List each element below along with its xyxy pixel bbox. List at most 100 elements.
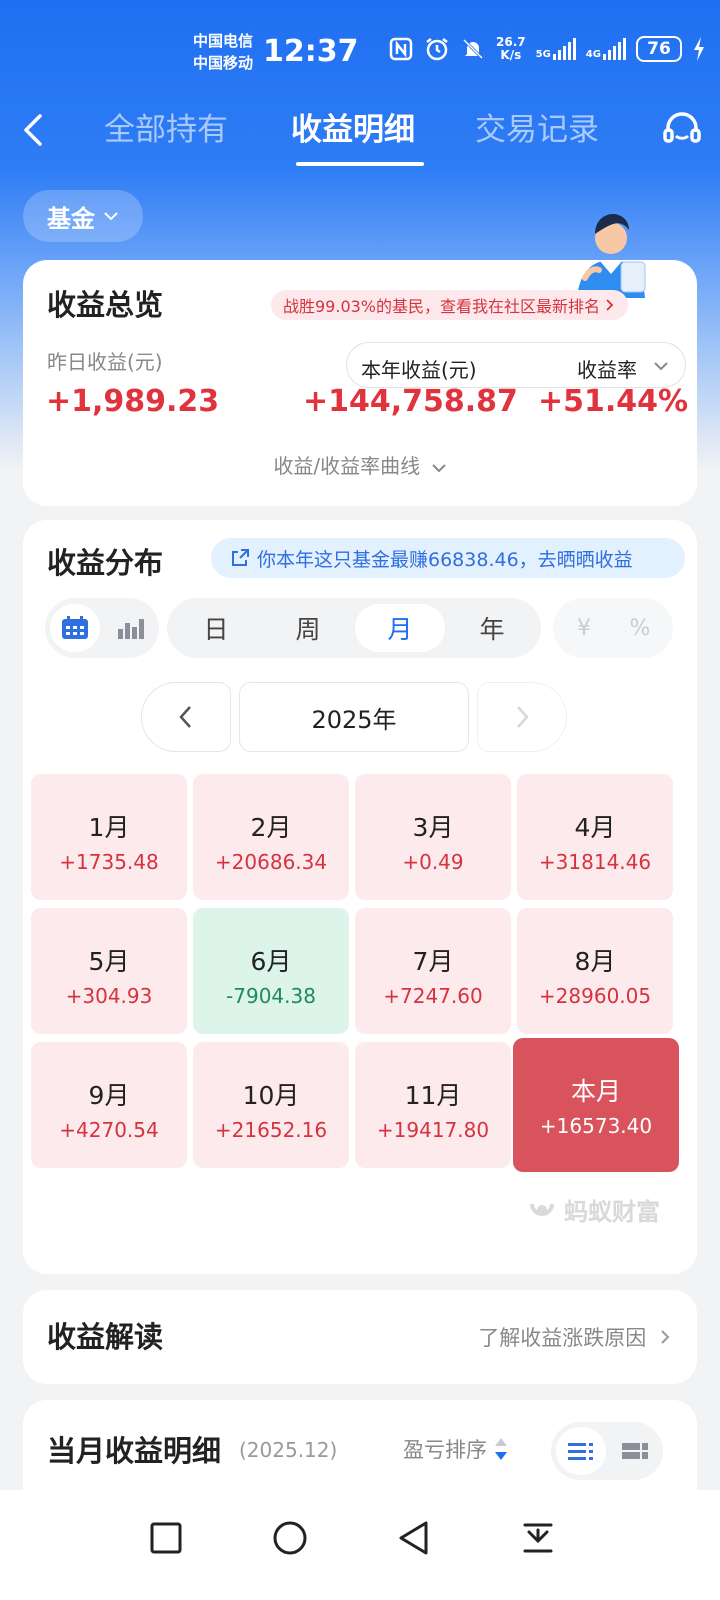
brand-watermark: 蚂蚁财富 bbox=[526, 1192, 660, 1227]
pull-down-icon bbox=[523, 1523, 553, 1553]
month-cell[interactable]: 11月 +19417.80 bbox=[355, 1042, 511, 1168]
curve-toggle[interactable]: 收益/收益率曲线 bbox=[23, 450, 697, 479]
view-mode-toggle bbox=[45, 598, 159, 658]
period-month[interactable]: 月 bbox=[355, 604, 445, 652]
chevron-left-icon bbox=[24, 114, 42, 146]
unit-amount[interactable]: ¥ bbox=[559, 604, 609, 652]
card-view-button[interactable] bbox=[611, 1427, 659, 1475]
active-tab-indicator bbox=[296, 162, 424, 166]
carrier-1: 中国电信 bbox=[193, 32, 254, 50]
chevron-left-icon bbox=[179, 706, 191, 728]
triangle-back-icon bbox=[399, 1521, 428, 1555]
unit-percent[interactable]: % bbox=[615, 604, 665, 652]
month-cell[interactable]: 6月 -7904.38 bbox=[193, 908, 349, 1034]
chevron-down-icon bbox=[654, 362, 668, 371]
circle-icon bbox=[273, 1521, 307, 1555]
sort-arrows-icon bbox=[495, 1438, 507, 1460]
earnings-interpretation-card[interactable]: 收益解读 了解收益涨跌原因 bbox=[23, 1290, 697, 1384]
tab-earnings-detail[interactable]: 收益明细 bbox=[291, 108, 415, 152]
curve-toggle-label: 收益/收益率曲线 bbox=[273, 454, 421, 478]
back-nav-button[interactable] bbox=[390, 1514, 438, 1562]
month-cell[interactable]: 5月 +304.93 bbox=[31, 908, 187, 1034]
list-icon bbox=[568, 1443, 593, 1460]
month-cell[interactable]: 1月 +1735.48 bbox=[31, 774, 187, 900]
asset-type-label: 基金 bbox=[47, 204, 95, 233]
chevron-right-icon bbox=[517, 706, 529, 728]
signal-5g: 5G bbox=[536, 38, 576, 60]
ant-fortune-logo-icon bbox=[530, 1203, 554, 1216]
customer-service-button[interactable] bbox=[660, 108, 704, 152]
tab-holdings[interactable]: 全部持有 bbox=[104, 108, 228, 152]
rank-text: 战胜99.03%的基民，查看我在社区最新排名 bbox=[283, 297, 601, 316]
battery-indicator: 76 bbox=[635, 36, 682, 62]
period-week[interactable]: 周 bbox=[263, 604, 353, 652]
list-view-button[interactable] bbox=[556, 1427, 606, 1475]
square-icon bbox=[150, 1522, 182, 1554]
headset-icon bbox=[663, 112, 701, 143]
month-cell[interactable]: 8月 +28960.05 bbox=[517, 908, 673, 1034]
interpretation-link[interactable]: 了解收益涨跌原因 bbox=[478, 1322, 671, 1352]
year-earnings-selector[interactable]: 本年收益(元) 收益率 bbox=[346, 342, 686, 388]
period-day[interactable]: 日 bbox=[171, 604, 261, 652]
signal-4g: 4G bbox=[586, 38, 626, 60]
home-button[interactable] bbox=[266, 1514, 314, 1562]
interpretation-title: 收益解读 bbox=[47, 1320, 164, 1354]
yesterday-value: +1,989.23 bbox=[46, 384, 220, 419]
system-navigation-bar bbox=[0, 1490, 720, 1600]
back-button[interactable] bbox=[18, 108, 48, 152]
distribution-title: 收益分布 bbox=[47, 546, 164, 580]
monthly-period: (2025.12) bbox=[239, 1438, 338, 1462]
charging-icon bbox=[692, 36, 706, 62]
previous-year-button[interactable] bbox=[141, 682, 231, 752]
period-selector: 日 周 月 年 bbox=[167, 598, 541, 658]
status-bar: 中国电信 中国移动 12:37 26.7 K/s 5G 4G 76 bbox=[0, 0, 720, 100]
chevron-down-icon bbox=[104, 212, 118, 221]
clock: 12:37 bbox=[263, 34, 359, 69]
chevron-down-icon bbox=[431, 464, 446, 473]
sort-by-pnl-button[interactable]: 盈亏排序 bbox=[403, 1434, 509, 1464]
earnings-overview-card: 收益总览 战胜99.03%的基民，查看我在社区最新排名 昨日收益(元) 本年收益… bbox=[23, 214, 697, 506]
month-cell[interactable]: 4月 +31814.46 bbox=[517, 774, 673, 900]
chart-view-button[interactable] bbox=[107, 604, 155, 652]
carrier-names: 中国电信 中国移动 bbox=[193, 30, 253, 74]
notification-shade-button[interactable] bbox=[514, 1514, 562, 1562]
signal-bars-icon bbox=[552, 38, 576, 60]
unit-toggle: ¥ % bbox=[553, 598, 673, 658]
community-rank-link[interactable]: 战胜99.03%的基民，查看我在社区最新排名 bbox=[271, 290, 629, 320]
tab-transactions[interactable]: 交易记录 bbox=[475, 108, 599, 152]
earnings-distribution-card: 收益分布 你本年这只基金最赚66838.46，去晒晒收益 日 周 月 年 ¥ %… bbox=[23, 520, 697, 1274]
month-cell[interactable]: 7月 +7247.60 bbox=[355, 908, 511, 1034]
month-cell[interactable]: 2月 +20686.34 bbox=[193, 774, 349, 900]
period-year[interactable]: 年 bbox=[447, 604, 537, 652]
year-earnings-label: 本年收益(元) bbox=[361, 358, 477, 382]
calendar-view-button[interactable] bbox=[50, 604, 100, 652]
month-cell[interactable]: 3月 +0.49 bbox=[355, 774, 511, 900]
yesterday-label: 昨日收益(元) bbox=[47, 350, 163, 374]
monthly-title: 当月收益明细 bbox=[47, 1434, 222, 1468]
carrier-2: 中国移动 bbox=[193, 54, 254, 72]
alarm-icon bbox=[424, 36, 450, 62]
year-earnings-value: +144,758.87 bbox=[303, 384, 518, 419]
recent-apps-button[interactable] bbox=[142, 1514, 190, 1562]
month-cell[interactable]: 9月 +4270.54 bbox=[31, 1042, 187, 1168]
asset-type-filter[interactable]: 基金 bbox=[23, 190, 143, 242]
month-cell[interactable]: 10月 +21652.16 bbox=[193, 1042, 349, 1168]
month-cell-current[interactable]: 本月 +16573.40 bbox=[513, 1038, 679, 1172]
chevron-right-icon bbox=[661, 1330, 670, 1344]
chevron-right-icon bbox=[606, 299, 614, 311]
share-icon bbox=[232, 549, 249, 566]
signal-bars-icon bbox=[602, 38, 626, 60]
status-icons: 26.7 K/s 5G 4G 76 bbox=[388, 36, 706, 62]
share-text: 你本年这只基金最赚66838.46，去晒晒收益 bbox=[257, 548, 633, 571]
list-layout-toggle bbox=[551, 1422, 663, 1480]
overview-title: 收益总览 bbox=[47, 288, 164, 322]
mute-icon bbox=[460, 36, 486, 62]
return-rate-label: 收益率 bbox=[577, 358, 637, 382]
network-speed: 26.7 K/s bbox=[496, 35, 526, 62]
mascot-illustration bbox=[571, 208, 653, 298]
share-earnings-banner[interactable]: 你本年这只基金最赚66838.46，去晒晒收益 bbox=[211, 538, 685, 578]
next-year-button[interactable] bbox=[477, 682, 567, 752]
calendar-icon bbox=[62, 616, 88, 639]
bar-chart-icon bbox=[118, 619, 144, 639]
return-rate-value: +51.44% bbox=[538, 384, 689, 419]
